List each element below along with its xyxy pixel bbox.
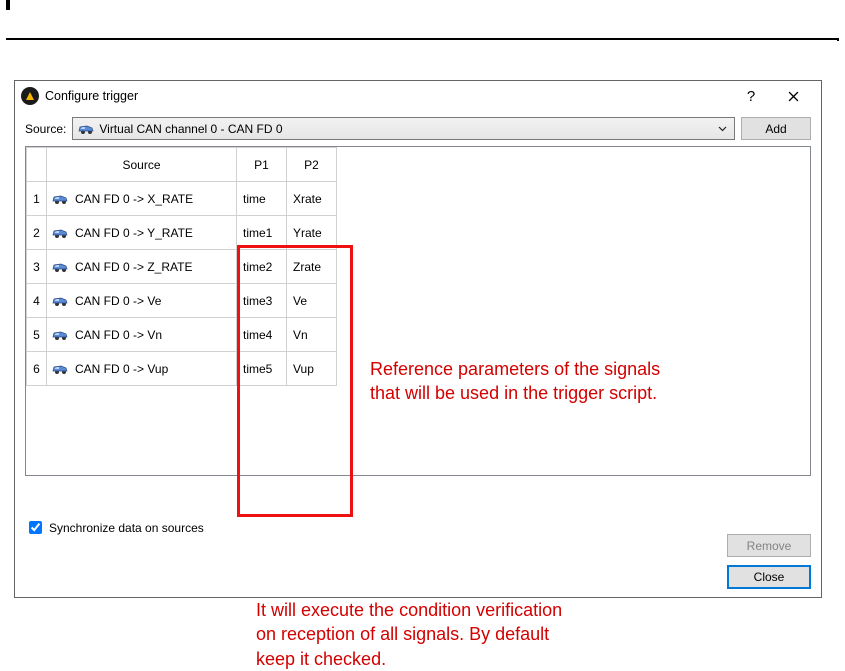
row-p2-cell[interactable]: Vup	[287, 352, 337, 386]
sync-checkbox[interactable]	[29, 521, 42, 534]
row-index: 3	[27, 250, 47, 284]
row-p1-text: time1	[237, 226, 286, 240]
row-source-text: CAN FD 0 -> Vup	[75, 362, 168, 376]
row-source-text: CAN FD 0 -> X_RATE	[75, 192, 193, 206]
table-row[interactable]: 3 CAN FD 0 -> Z_RATE time2Zrate	[27, 250, 337, 284]
outer-frame-fragment	[837, 38, 839, 41]
source-row: Source: Virtual CAN channel 0 - CAN FD 0…	[15, 111, 821, 146]
row-source-cell[interactable]: CAN FD 0 -> Z_RATE	[47, 250, 237, 284]
col-header-p1[interactable]: P1	[237, 148, 287, 182]
col-header-p2[interactable]: P2	[287, 148, 337, 182]
row-p1-cell[interactable]: time3	[237, 284, 287, 318]
row-p2-cell[interactable]: Xrate	[287, 182, 337, 216]
annotation-text-sync: It will execute the condition verificati…	[256, 598, 676, 671]
signals-grid: Source P1 P2 1 CAN FD 0 -> X_RATE timeXrat…	[25, 146, 811, 476]
table-row[interactable]: 2 CAN FD 0 -> Y_RATE time1Yrate	[27, 216, 337, 250]
row-p2-cell[interactable]: Yrate	[287, 216, 337, 250]
row-index: 2	[27, 216, 47, 250]
row-source-text: CAN FD 0 -> Z_RATE	[75, 260, 192, 274]
col-header-source[interactable]: Source	[47, 148, 237, 182]
outer-frame-fragment	[6, 38, 839, 40]
col-header-index	[27, 148, 47, 182]
row-p2-cell[interactable]: Zrate	[287, 250, 337, 284]
row-p1-text: time3	[237, 294, 286, 308]
can-node-icon	[51, 362, 69, 376]
can-node-icon	[51, 328, 69, 342]
row-p2-cell[interactable]: Ve	[287, 284, 337, 318]
can-node-icon	[77, 122, 95, 136]
source-dropdown[interactable]: Virtual CAN channel 0 - CAN FD 0	[72, 117, 735, 140]
remove-button[interactable]: Remove	[727, 534, 811, 557]
row-p1-text: time5	[237, 362, 286, 376]
titlebar: Configure trigger ?	[15, 81, 821, 111]
row-source-cell[interactable]: CAN FD 0 -> Ve	[47, 284, 237, 318]
signals-table: Source P1 P2 1 CAN FD 0 -> X_RATE timeXrat…	[26, 147, 337, 386]
window-close-button[interactable]	[771, 82, 815, 110]
table-row[interactable]: 1 CAN FD 0 -> X_RATE timeXrate	[27, 182, 337, 216]
row-source-text: CAN FD 0 -> Vn	[75, 328, 162, 342]
row-p1-cell[interactable]: time2	[237, 250, 287, 284]
row-p2-text: Vn	[287, 328, 336, 342]
chevron-down-icon	[714, 126, 730, 132]
row-index: 4	[27, 284, 47, 318]
source-label: Source:	[25, 122, 66, 136]
help-button[interactable]: ?	[731, 82, 771, 110]
can-node-icon	[51, 260, 69, 274]
row-source-cell[interactable]: CAN FD 0 -> Vn	[47, 318, 237, 352]
can-node-icon	[51, 226, 69, 240]
row-p2-text: Ve	[287, 294, 336, 308]
row-index: 5	[27, 318, 47, 352]
configure-trigger-dialog: Configure trigger ? Source: Virtual CAN …	[14, 80, 822, 598]
add-button[interactable]: Add	[741, 117, 811, 140]
row-p1-cell[interactable]: time5	[237, 352, 287, 386]
app-icon	[21, 87, 39, 105]
row-p1-text: time2	[237, 260, 286, 274]
row-source-cell[interactable]: CAN FD 0 -> X_RATE	[47, 182, 237, 216]
row-source-cell[interactable]: CAN FD 0 -> Y_RATE	[47, 216, 237, 250]
outer-frame-fragment	[6, 0, 10, 10]
row-index: 1	[27, 182, 47, 216]
window-title: Configure trigger	[45, 89, 138, 103]
table-row[interactable]: 5 CAN FD 0 -> Vn time4Vn	[27, 318, 337, 352]
row-p2-cell[interactable]: Vn	[287, 318, 337, 352]
row-p2-text: Yrate	[287, 226, 336, 240]
table-row[interactable]: 6 CAN FD 0 -> Vup time5Vup	[27, 352, 337, 386]
sync-checkbox-row[interactable]: Synchronize data on sources	[25, 518, 204, 537]
row-source-text: CAN FD 0 -> Ve	[75, 294, 161, 308]
footer-buttons: Remove Close	[727, 534, 811, 589]
row-p2-text: Xrate	[287, 192, 336, 206]
row-source-text: CAN FD 0 -> Y_RATE	[75, 226, 193, 240]
row-p1-cell[interactable]: time	[237, 182, 287, 216]
row-p1-cell[interactable]: time1	[237, 216, 287, 250]
row-p1-text: time	[237, 192, 286, 206]
close-button[interactable]: Close	[727, 565, 811, 589]
can-node-icon	[51, 294, 69, 308]
row-index: 6	[27, 352, 47, 386]
row-p1-text: time4	[237, 328, 286, 342]
row-p2-text: Zrate	[287, 260, 336, 274]
row-p2-text: Vup	[287, 362, 336, 376]
sync-label: Synchronize data on sources	[49, 521, 204, 535]
can-node-icon	[51, 192, 69, 206]
source-selected-text: Virtual CAN channel 0 - CAN FD 0	[99, 122, 710, 136]
row-source-cell[interactable]: CAN FD 0 -> Vup	[47, 352, 237, 386]
row-p1-cell[interactable]: time4	[237, 318, 287, 352]
table-row[interactable]: 4 CAN FD 0 -> Ve time3Ve	[27, 284, 337, 318]
